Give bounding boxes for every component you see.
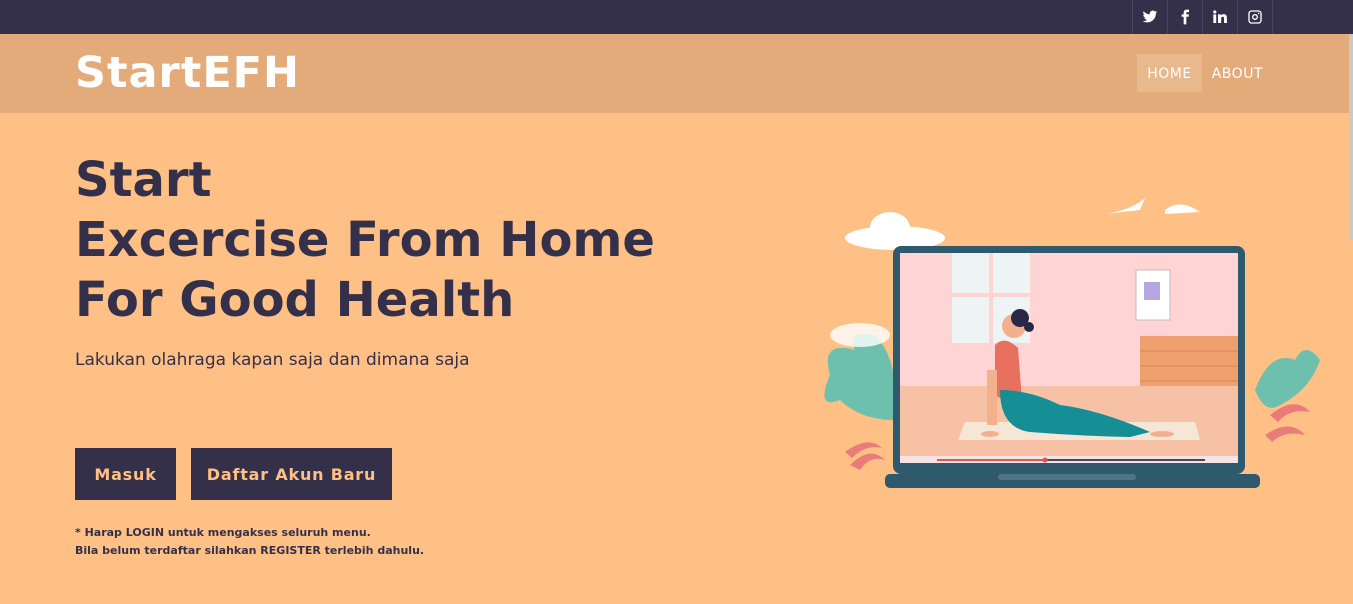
twitter-icon[interactable]: [1133, 0, 1168, 34]
brand-logo[interactable]: StartEFH: [75, 52, 300, 95]
hero-line-1: Start: [75, 152, 212, 208]
login-note-line-2: Bila belum terdaftar silahkan REGISTER t…: [75, 544, 425, 557]
facebook-icon[interactable]: [1168, 0, 1203, 34]
social-links: [1132, 0, 1273, 34]
brand-part-start: Start: [75, 48, 203, 98]
home-workout-illustration: [824, 198, 1320, 488]
linkedin-icon[interactable]: [1203, 0, 1238, 34]
hero-subtitle: Lakukan olahraga kapan saja dan dimana s…: [75, 350, 470, 370]
hero-line-2: Excercise From Home: [75, 212, 655, 268]
login-note-line-1: * Harap LOGIN untuk mengakses seluruh me…: [75, 526, 371, 539]
hero-line-3: For Good Health: [75, 272, 515, 328]
login-note: * Harap LOGIN untuk mengakses seluruh me…: [75, 524, 424, 560]
brand-part-efh: EFH: [202, 48, 301, 98]
instagram-icon[interactable]: [1238, 0, 1273, 34]
hero-heading: Start Excercise From Home For Good Healt…: [75, 150, 655, 330]
register-button[interactable]: Daftar Akun Baru: [191, 448, 392, 500]
nav-home-link[interactable]: HOME: [1137, 54, 1202, 92]
top-bar: [0, 0, 1353, 34]
nav-menu: HOME ABOUT: [1137, 54, 1273, 92]
login-button[interactable]: Masuk: [75, 448, 176, 500]
nav-about-link[interactable]: ABOUT: [1202, 54, 1273, 92]
scrollbar[interactable]: [1349, 34, 1353, 239]
